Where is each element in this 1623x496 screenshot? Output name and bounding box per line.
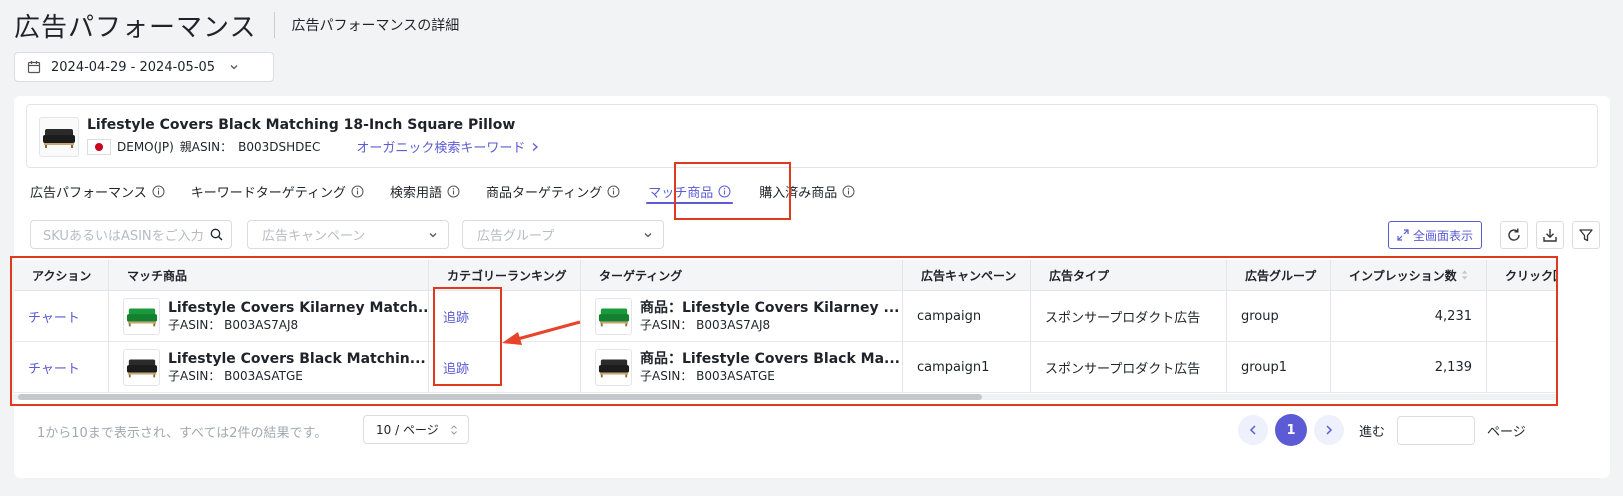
prev-page-button[interactable] (1238, 415, 1268, 445)
japan-flag-icon (87, 138, 111, 155)
filter-bar: SKUあるいはASINをご入力 広告キャンペーン 広告グループ (30, 220, 677, 249)
filter-button[interactable] (1572, 221, 1600, 249)
date-range-picker[interactable]: 2024-04-29 - 2024-05-05 (14, 52, 274, 82)
store-name: DEMO(JP) (117, 139, 174, 154)
page-number-current[interactable]: 1 (1275, 414, 1307, 446)
refresh-button[interactable] (1500, 221, 1528, 249)
page-unit-label: ページ (1487, 424, 1526, 440)
info-icon (152, 185, 165, 197)
filter-icon (1579, 229, 1593, 242)
refresh-icon (1508, 228, 1520, 241)
fullscreen-label: 全画面表示 (1412, 228, 1473, 243)
search-icon[interactable] (210, 228, 223, 241)
page-size-value: 10 / ページ (376, 423, 439, 437)
chevron-right-icon (532, 142, 539, 151)
product-thumbnail (39, 117, 79, 157)
tab-label: 商品ターゲティング (486, 185, 603, 201)
info-icon (607, 185, 620, 197)
adgroup-placeholder: 広告グループ (477, 229, 555, 244)
tab-label: キーワードターゲティング (190, 185, 346, 201)
campaign-select[interactable]: 広告キャンペーン (247, 220, 449, 249)
sku-asin-search-input[interactable]: SKUあるいはASINをご入力 (30, 220, 232, 249)
parent-asin-label: 親ASIN： (179, 140, 233, 154)
tab-highlight-box (674, 162, 791, 220)
fullscreen-button[interactable]: 全画面表示 (1387, 221, 1482, 249)
tab-keyword-targeting[interactable]: キーワードターゲティング (191, 174, 364, 208)
chevron-right-icon (1326, 425, 1333, 435)
chevron-left-icon (1249, 425, 1256, 435)
download-button[interactable] (1536, 221, 1564, 249)
sofa-black-icon (43, 129, 75, 148)
tab-ad-performance[interactable]: 広告パフォーマンス (30, 174, 165, 208)
tab-label: 検索用語 (389, 185, 442, 201)
organic-keyword-link[interactable]: オーガニック検索キーワード (356, 137, 539, 156)
page-header: 広告パフォーマンス 広告パフォーマンスの詳細 (14, 8, 460, 43)
result-count-text: 1から10まで表示され、すべては2件の結果です。 (37, 426, 328, 441)
updown-icon (451, 424, 457, 435)
annotation-arrow-icon (502, 320, 581, 345)
info-icon (842, 185, 855, 197)
page-title: 広告パフォーマンス (14, 12, 257, 43)
product-summary: Lifestyle Covers Black Matching 18-Inch … (26, 104, 1598, 168)
info-icon (351, 185, 364, 197)
tab-product-targeting[interactable]: 商品ターゲティング (486, 174, 620, 208)
pagination-bar: 1から10まで表示され、すべては2件の結果です。 10 / ページ 1 進む ペ… (14, 414, 1610, 448)
chevron-down-icon (429, 232, 437, 237)
date-range-value: 2024-04-29 - 2024-05-05 (51, 59, 216, 75)
product-name: Lifestyle Covers Black Matching 18-Inch … (87, 117, 516, 133)
parent-asin-value: B003DSHDEC (238, 139, 321, 154)
page-size-select[interactable]: 10 / ページ (363, 415, 469, 444)
table-highlight-box (10, 256, 1558, 406)
goto-page-input[interactable] (1397, 415, 1476, 445)
organic-keyword-link-label: オーガニック検索キーワード (356, 141, 526, 156)
chevron-down-icon (644, 232, 652, 237)
table-tools: 全画面表示 (1387, 221, 1600, 249)
tab-search-terms[interactable]: 検索用語 (390, 174, 460, 208)
download-icon (1543, 229, 1557, 242)
campaign-placeholder: 広告キャンペーン (262, 229, 366, 244)
tab-label: 広告パフォーマンス (30, 185, 147, 201)
goto-label: 進む (1359, 424, 1386, 440)
search-placeholder: SKUあるいはASINをご入力 (43, 229, 204, 244)
adgroup-select[interactable]: 広告グループ (462, 220, 664, 249)
next-page-button[interactable] (1314, 415, 1344, 445)
product-meta: DEMO(JP) 親ASIN： B003DSHDEC オーガニック検索キーワード (87, 137, 539, 156)
chevron-down-icon (230, 65, 238, 70)
expand-icon (1397, 229, 1409, 241)
page-subtitle: 広告パフォーマンスの詳細 (291, 18, 460, 34)
pager: 1 進む ページ (1238, 414, 1526, 446)
main-card: Lifestyle Covers Black Matching 18-Inch … (10, 96, 1610, 478)
calendar-icon (27, 61, 41, 74)
info-icon (447, 185, 460, 197)
header-divider (274, 12, 276, 38)
